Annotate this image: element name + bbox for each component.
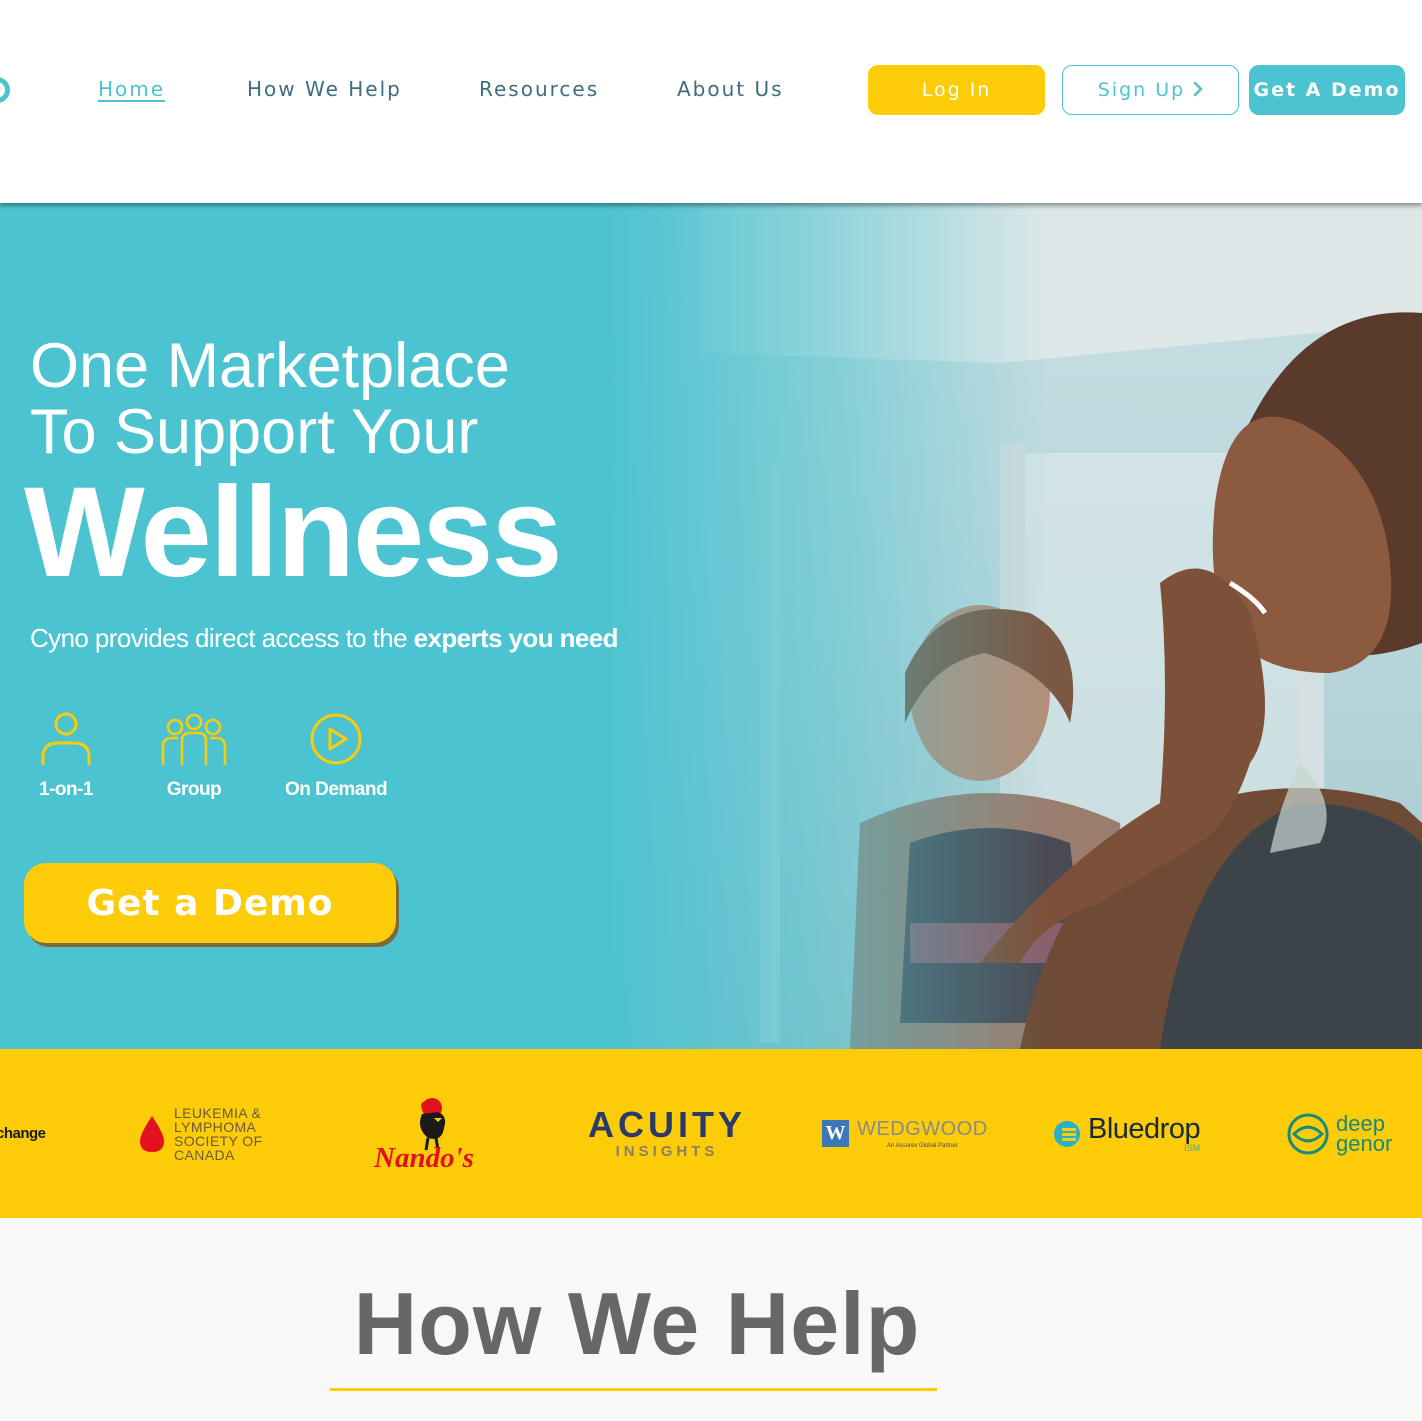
partner-logo-deep-genome: deep genor	[1286, 1049, 1392, 1218]
get-demo-header-label: Get A Demo	[1253, 79, 1401, 101]
signup-button[interactable]: Sign Up	[1062, 65, 1239, 115]
how-we-help-section: How We Help	[0, 1218, 1422, 1421]
wedgwood-mark: W	[822, 1120, 849, 1147]
person-icon	[41, 712, 91, 765]
how-we-help-underline	[330, 1388, 937, 1391]
nandos-rooster-logo: Nando's	[373, 1097, 474, 1174]
hero-subtitle-text: Cyno provides direct access to the	[30, 623, 414, 653]
site-header: Home How We Help Resources About Us Log …	[0, 0, 1422, 203]
feature-label-group: Group	[166, 779, 222, 800]
how-we-help-title: How We Help	[353, 1274, 921, 1373]
hero-headline: Wellness	[24, 461, 563, 604]
partner-logo-acuity: ACUITY INSIGHTS	[588, 1049, 746, 1218]
chevron-right-icon	[1193, 78, 1203, 102]
signup-label: Sign Up	[1097, 79, 1186, 101]
cyno-logo-icon[interactable]	[0, 77, 10, 103]
login-button[interactable]: Log In	[868, 65, 1045, 115]
partner-wedgwood-text: WEDGWOOD	[857, 1117, 988, 1140]
partner-wedgwood-tagline: An Assurex Global Partner	[887, 1142, 958, 1149]
partner-logo-bluedrop: Bluedrop ISM	[1052, 1049, 1201, 1218]
feature-1-on-1: 1-on-1	[1, 711, 131, 801]
nav-how-we-help[interactable]: How We Help	[247, 77, 402, 101]
login-label: Log In	[921, 79, 992, 101]
hero-subtitle-emphasis: experts you need	[413, 623, 619, 653]
partner-logo-nandos: Nando's	[372, 1049, 500, 1218]
partner-bluedrop-text: Bluedrop	[1088, 1112, 1201, 1145]
nav-resources[interactable]: Resources	[479, 77, 599, 101]
blood-drop-icon	[140, 1115, 164, 1152]
partner-logo-wedgwood: W WEDGWOOD An Assurex Global Partner	[822, 1049, 988, 1218]
partner-change-text: change	[0, 1125, 46, 1142]
hero-subtitle: Cyno provides direct access to the exper…	[30, 623, 619, 654]
nav-home[interactable]: Home	[98, 77, 165, 101]
partner-logo-lls: LEUKEMIA & LYMPHOMA SOCIETY OF CANADA	[138, 1049, 263, 1218]
deep-genome-icon	[1287, 1113, 1329, 1154]
nandos-wordmark: Nando's	[373, 1142, 474, 1174]
feature-group: Group	[129, 711, 259, 801]
group-icon	[161, 713, 227, 765]
hero-section: One Marketplace To Support Your Wellness…	[0, 203, 1422, 1049]
get-demo-hero-button[interactable]: Get a Demo	[24, 863, 396, 943]
partner-acuity-sub: INSIGHTS	[615, 1143, 719, 1160]
partner-logo-change: change	[0, 1049, 46, 1218]
get-demo-hero-label: Get a Demo	[86, 882, 334, 924]
play-icon	[310, 713, 362, 765]
partner-lls-text: LEUKEMIA & LYMPHOMA SOCIETY OF CANADA	[174, 1104, 263, 1163]
bluedrop-icon	[1054, 1120, 1080, 1147]
hero-line-1: One Marketplace	[30, 331, 510, 401]
hero-line-2: To Support Your	[30, 397, 479, 467]
partner-acuity-main: ACUITY	[588, 1104, 746, 1145]
feature-label-1-on-1: 1-on-1	[39, 779, 94, 800]
get-demo-header-button[interactable]: Get A Demo	[1249, 65, 1405, 115]
partner-deep-line2: genor	[1336, 1130, 1393, 1156]
nav-about-us[interactable]: About Us	[677, 77, 784, 101]
feature-label-on-demand: On Demand	[284, 779, 388, 800]
partner-logo-strip: change LEUKEMIA & LYMPHOMA SOCIETY OF CA…	[0, 1049, 1422, 1218]
feature-on-demand: On Demand	[271, 711, 401, 801]
